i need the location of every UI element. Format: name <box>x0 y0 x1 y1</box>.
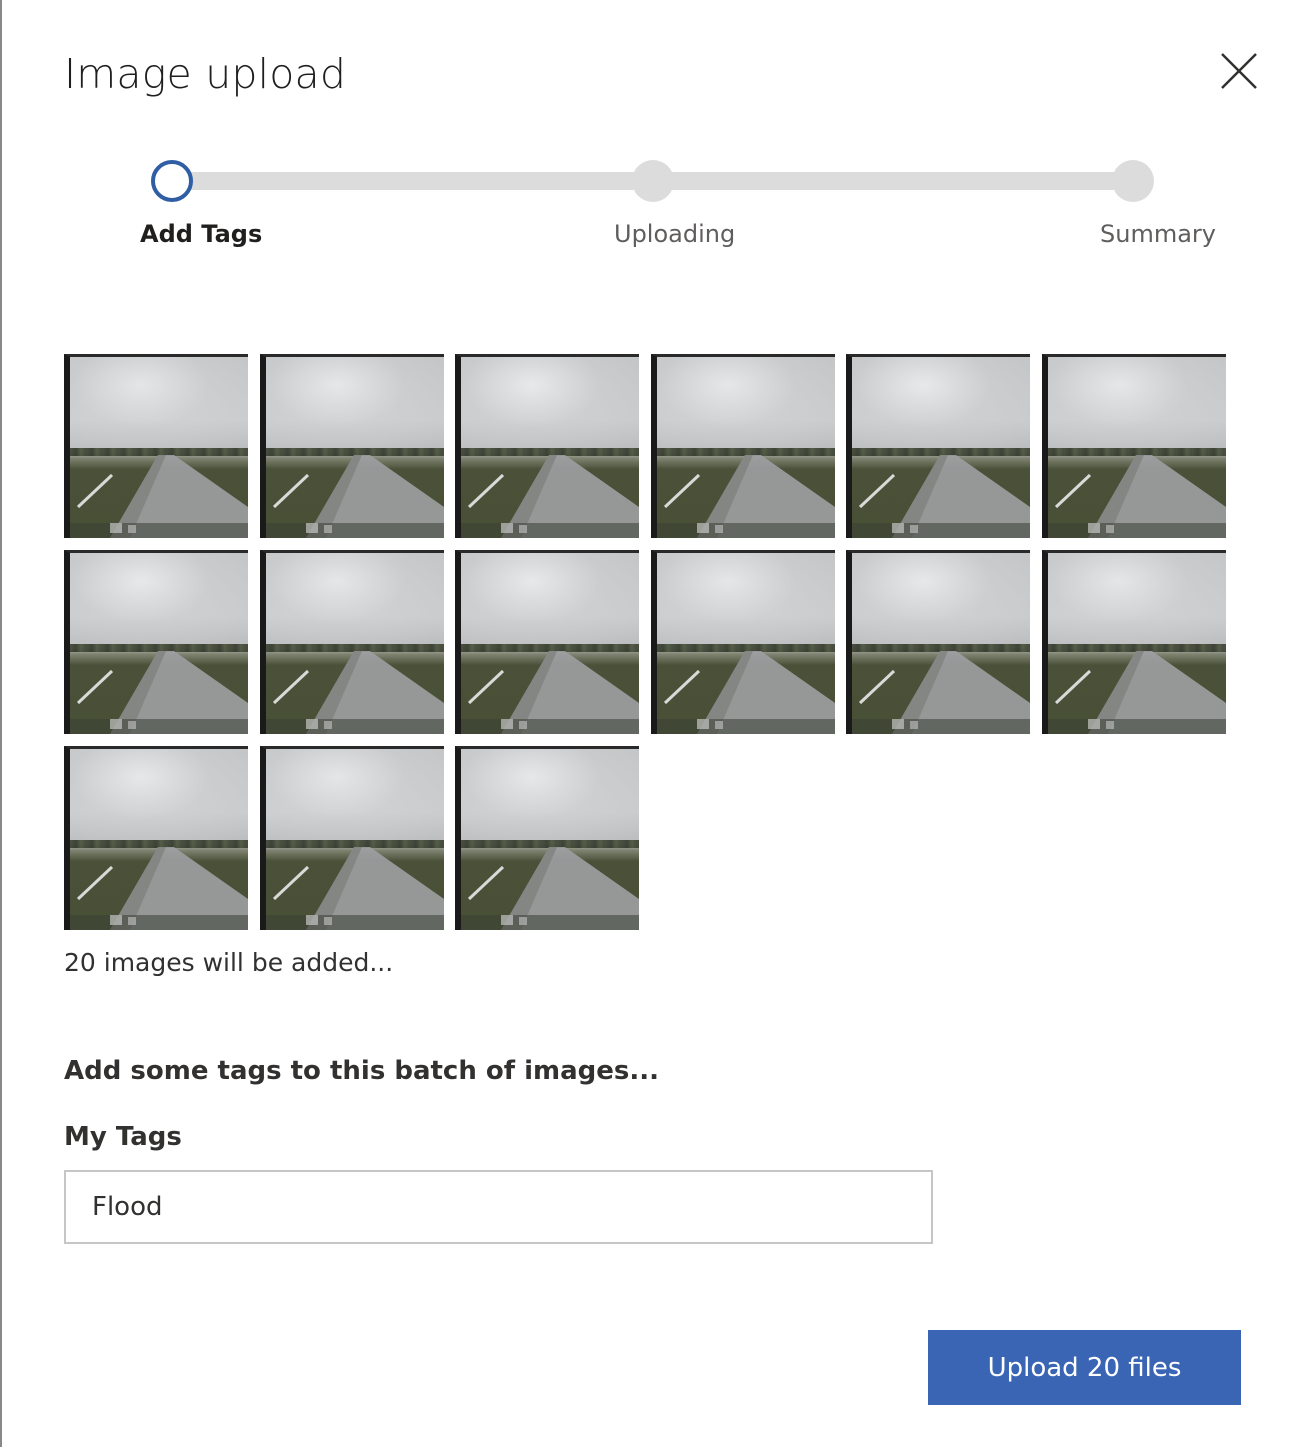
image-thumbnail[interactable] <box>1042 550 1226 734</box>
thumbnail-road <box>1048 357 1226 538</box>
upload-files-button[interactable]: Upload 20 files <box>928 1330 1241 1405</box>
image-thumbnail[interactable] <box>64 746 248 930</box>
thumbnail-road <box>461 749 639 930</box>
tags-input[interactable] <box>64 1170 933 1244</box>
image-thumbnail[interactable] <box>1042 354 1226 538</box>
step-label-summary: Summary <box>1100 220 1216 248</box>
image-upload-dialog: Image upload Add Tags Uploading Summary … <box>0 0 1299 1447</box>
image-thumbnail[interactable] <box>64 354 248 538</box>
image-thumbnail[interactable] <box>260 746 444 930</box>
my-tags-label: My Tags <box>64 1122 182 1152</box>
thumbnail-road <box>461 553 639 734</box>
image-thumbnail[interactable] <box>455 746 639 930</box>
image-thumbnail[interactable] <box>260 354 444 538</box>
thumbnail-road <box>266 749 444 930</box>
step-indicator-summary <box>1112 160 1154 202</box>
image-thumbnail[interactable] <box>455 354 639 538</box>
image-thumbnail[interactable] <box>260 550 444 734</box>
thumbnail-road <box>70 357 248 538</box>
thumbnail-grid <box>64 354 1229 932</box>
thumbnail-road <box>852 357 1030 538</box>
step-indicator-add-tags <box>151 160 193 202</box>
step-indicator-uploading <box>632 160 674 202</box>
thumbnail-road <box>1048 553 1226 734</box>
thumbnail-road <box>70 553 248 734</box>
thumbnail-road <box>70 749 248 930</box>
thumbnail-road <box>266 553 444 734</box>
thumbnail-road <box>657 553 835 734</box>
image-thumbnail[interactable] <box>651 354 835 538</box>
progress-stepper: Add Tags Uploading Summary <box>2 0 1299 280</box>
image-thumbnail[interactable] <box>651 550 835 734</box>
image-thumbnail[interactable] <box>846 354 1030 538</box>
thumbnail-road <box>657 357 835 538</box>
step-label-uploading: Uploading <box>614 220 736 248</box>
tags-section-heading: Add some tags to this batch of images... <box>64 1056 660 1086</box>
image-thumbnail[interactable] <box>846 550 1030 734</box>
image-thumbnail[interactable] <box>64 550 248 734</box>
image-thumbnail[interactable] <box>455 550 639 734</box>
thumbnail-road <box>266 357 444 538</box>
thumbnail-road <box>461 357 639 538</box>
thumbnail-road <box>852 553 1030 734</box>
image-count-text: 20 images will be added... <box>64 948 394 977</box>
step-label-add-tags: Add Tags <box>140 220 263 248</box>
